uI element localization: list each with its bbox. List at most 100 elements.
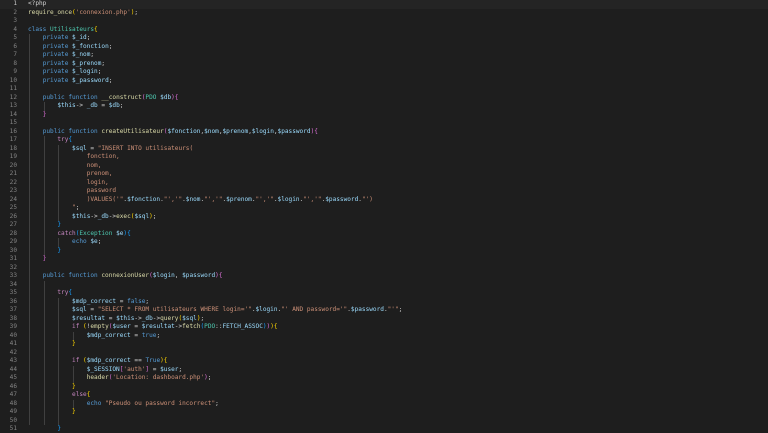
- code-line[interactable]: 26 $this->_db->exec($sql);: [0, 213, 768, 222]
- code-token: PDO: [145, 93, 161, 101]
- indent-guide: [58, 297, 60, 425]
- code-line[interactable]: 15: [0, 119, 768, 128]
- code-line[interactable]: 20 nom,: [0, 162, 768, 171]
- code-line[interactable]: 2 require_once('connexion.php');: [0, 9, 768, 18]
- code-line[interactable]: 11: [0, 85, 768, 94]
- code-line[interactable]: 33 public function connexionUser($login,…: [0, 272, 768, 281]
- line-number: 14: [9, 110, 17, 118]
- code-line[interactable]: 32: [0, 264, 768, 273]
- code-line[interactable]: 14 }: [0, 111, 768, 120]
- code-line[interactable]: 37 $sql = "SELECT * FROM utilisateurs WH…: [0, 306, 768, 315]
- code-line[interactable]: 31 }: [0, 255, 768, 264]
- code-line[interactable]: 30 }: [0, 247, 768, 256]
- code-line[interactable]: 3: [0, 17, 768, 26]
- code-text: private $_login;: [28, 68, 102, 77]
- code-token: echo: [72, 238, 91, 245]
- code-line[interactable]: 42: [0, 349, 768, 358]
- code-line[interactable]: 6 private $_fonction;: [0, 43, 768, 52]
- code-line[interactable]: 48 echo "Pseudo ou password incorrect";: [0, 400, 768, 409]
- code-line[interactable]: 18 $sql = "INSERT INTO utilisateurs(: [0, 145, 768, 154]
- code-token: $this: [72, 212, 91, 220]
- code-line[interactable]: 43 if ($mdp_correct == True){: [0, 357, 768, 366]
- code-line[interactable]: 8 private $_prenom;: [0, 60, 768, 69]
- code-token: private: [42, 51, 73, 58]
- code-line[interactable]: 29 echo $e;: [0, 238, 768, 247]
- line-number: 20: [9, 161, 17, 169]
- code-line[interactable]: 44 $_SESSION['auth'] = $user;: [0, 366, 768, 375]
- code-line[interactable]: 17 try{: [0, 136, 768, 145]
- code-token: $fonction: [127, 195, 161, 203]
- code-token: $resultat: [72, 314, 106, 322]
- code-line[interactable]: 19 fonction,: [0, 153, 768, 162]
- line-number: 30: [9, 246, 17, 254]
- code-line[interactable]: 36 $mdp_correct = false;: [0, 298, 768, 307]
- code-line[interactable]: 27 }: [0, 221, 768, 230]
- code-token: ==: [130, 357, 146, 364]
- code-line[interactable]: 34: [0, 281, 768, 290]
- code-line[interactable]: 47 else{: [0, 391, 768, 400]
- code-line[interactable]: 39 if (!empty($user = $resultat->fetch(P…: [0, 323, 768, 332]
- line-number: 31: [9, 255, 17, 262]
- code-token: $sql: [182, 314, 197, 322]
- code-line[interactable]: 23 password: [0, 187, 768, 196]
- code-token: ;: [178, 365, 183, 373]
- code-line[interactable]: 50: [0, 417, 768, 426]
- code-line[interactable]: 46 }: [0, 383, 768, 392]
- code-token: $resultat: [141, 323, 175, 330]
- code-token: 'auth': [123, 365, 146, 373]
- code-line[interactable]: 16 public function createUtilisateur($fo…: [0, 128, 768, 137]
- code-text: public function createUtilisateur($fonct…: [28, 128, 318, 137]
- code-line[interactable]: 35 try{: [0, 289, 768, 298]
- code-line[interactable]: 24 )VALUES('".$fonction."','".$nom."','"…: [0, 196, 768, 205]
- code-line[interactable]: 22 login,: [0, 179, 768, 188]
- code-line[interactable]: 13 $this-> _db = $db;: [0, 102, 768, 111]
- code-token: ;: [134, 8, 139, 16]
- code-line[interactable]: 40 $mdp_correct = true;: [0, 332, 768, 341]
- code-line[interactable]: 28 catch(Exception $e){: [0, 230, 768, 239]
- code-line[interactable]: 5 private $_id;: [0, 34, 768, 43]
- code-line[interactable]: 10 private $_password;: [0, 77, 768, 86]
- indent-guide: [43, 102, 45, 111]
- code-line[interactable]: 38 $resultat = $this->_db->query($sql);: [0, 315, 768, 324]
- code-token: "SELECT * FROM utilisateurs WHERE login=…: [97, 306, 252, 313]
- code-line[interactable]: 7 private $_nom;: [0, 51, 768, 60]
- code-token: _db: [86, 102, 98, 109]
- code-token: ;: [119, 102, 124, 109]
- code-line[interactable]: 21 prenom,: [0, 170, 768, 179]
- line-number: 12: [9, 93, 17, 101]
- code-token: {: [273, 323, 278, 330]
- code-line[interactable]: 9 private $_login;: [0, 68, 768, 77]
- code-token: ->: [90, 212, 98, 220]
- code-token: }: [57, 221, 62, 228]
- code-token: $mdp_correct: [86, 357, 131, 364]
- code-line[interactable]: 1 <?php: [0, 0, 768, 9]
- code-line[interactable]: 45 header('Location: dashboard.php');: [0, 374, 768, 383]
- line-number: 6: [13, 42, 17, 50]
- code-line[interactable]: 12 public function __construct(PDO $db){: [0, 94, 768, 103]
- code-line[interactable]: 49 }: [0, 408, 768, 417]
- code-text: if (!empty($user = $resultat->fetch(PDO:…: [28, 323, 278, 332]
- line-number: 24: [9, 195, 17, 203]
- code-line[interactable]: 51 }: [0, 425, 768, 433]
- code-editor[interactable]: 1 <?php 2 require_once('connexion.php'); 3 4 c…: [0, 0, 768, 433]
- code-line[interactable]: 4 class Utilisateurs{: [0, 26, 768, 35]
- code-text: )VALUES('".$fonction."','".$nom."','".$p…: [28, 196, 373, 205]
- indent-guide: [73, 365, 75, 383]
- line-number: 22: [9, 178, 17, 186]
- code-text: try{: [28, 289, 72, 298]
- code-text: class Utilisateurs{: [28, 26, 98, 35]
- code-text: echo "Pseudo ou password incorrect";: [28, 400, 219, 409]
- code-token: password: [28, 187, 117, 194]
- code-token: {: [174, 93, 179, 101]
- code-token: }: [72, 408, 76, 415]
- indent-guide: [73, 399, 75, 408]
- code-line[interactable]: 41 }: [0, 340, 768, 349]
- code-line[interactable]: 25 ";: [0, 204, 768, 213]
